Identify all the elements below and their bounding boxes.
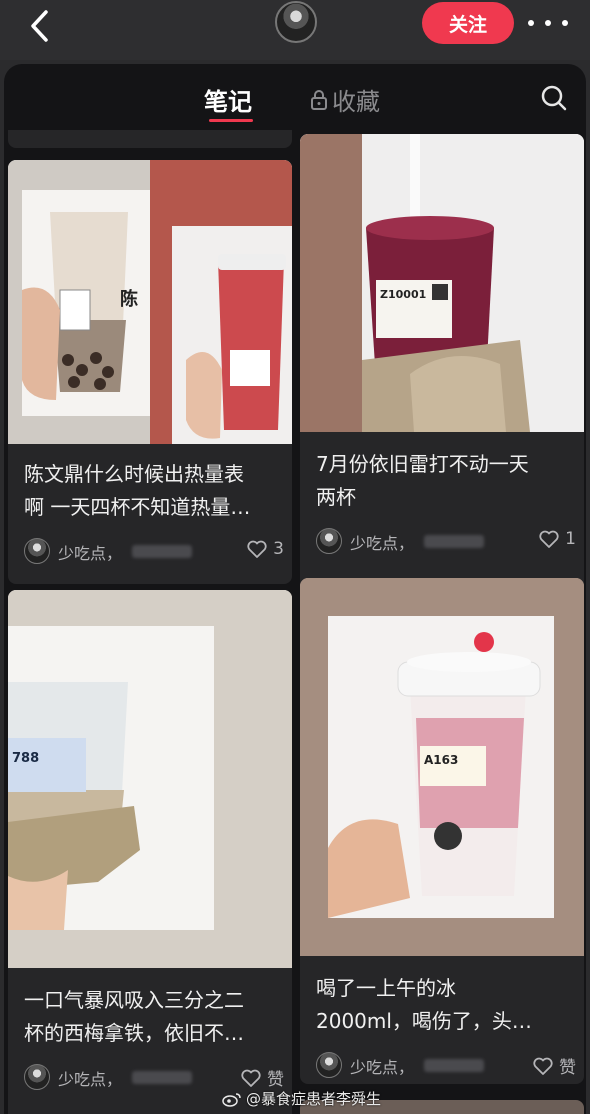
blurred-author-suffix — [424, 1059, 484, 1072]
watermark: @暴食症患者李舜生 — [222, 1088, 381, 1109]
dot-icon — [562, 20, 568, 26]
heart-icon — [241, 1069, 261, 1087]
dot-icon — [545, 20, 551, 26]
note-image: Z10001 — [300, 134, 584, 432]
like-count: 1 — [565, 529, 576, 549]
back-button[interactable] — [26, 8, 54, 44]
blurred-author-suffix — [132, 1071, 192, 1084]
tab-bar: 笔记 收藏 — [4, 64, 586, 130]
tab-favorites[interactable]: 收藏 — [310, 82, 380, 117]
heart-icon — [247, 540, 267, 558]
note-title-line: 一口气暴风吸入三分之二 — [24, 988, 244, 1012]
author-avatar[interactable] — [24, 1064, 50, 1090]
like-button[interactable]: 赞 — [241, 1065, 284, 1090]
top-bar: 关注 — [0, 0, 590, 60]
author-avatar[interactable] — [316, 528, 342, 554]
like-button[interactable]: 3 — [247, 539, 284, 559]
note-image: A163 — [300, 578, 584, 956]
note-title-line: 喝了一上午的冰 — [316, 976, 456, 1000]
svg-text:陈: 陈 — [120, 288, 138, 310]
author-avatar[interactable] — [24, 538, 50, 564]
follow-button[interactable]: 关注 — [422, 2, 514, 44]
note-title: 7月份依旧雷打不动一天 两杯 — [316, 448, 571, 514]
like-count: 赞 — [267, 1070, 284, 1090]
like-count: 3 — [273, 539, 284, 559]
previous-card-stub — [8, 130, 292, 148]
plum-drink-photo: Z10001 — [300, 134, 584, 432]
author-name[interactable]: 少吃点， — [58, 540, 122, 564]
note-title-line: 7月份依旧雷打不动一天 — [316, 452, 529, 476]
author-avatar[interactable] — [316, 1052, 342, 1078]
tab-notes[interactable]: 笔记 — [204, 82, 252, 117]
profile-avatar[interactable] — [275, 1, 317, 43]
heart-icon — [539, 530, 559, 548]
note-title: 一口气暴风吸入三分之二 杯的西梅拿铁，依旧不… — [24, 984, 279, 1050]
content-panel: 笔记 收藏 陈 陈文鼎什么时候出热量表 啊 一天四杯不知道热量… 少吃点， 3 … — [4, 64, 586, 1114]
note-card[interactable]: 陈 陈文鼎什么时候出热量表 啊 一天四杯不知道热量… 少吃点， 3 — [8, 160, 292, 584]
active-tab-indicator — [209, 119, 253, 122]
note-title-line: 两杯 — [316, 485, 356, 509]
note-image: 788 — [8, 590, 292, 968]
author-name[interactable]: 少吃点， — [350, 1054, 414, 1078]
blurred-author-suffix — [132, 545, 192, 558]
note-title-line: 啊 一天四杯不知道热量… — [24, 495, 251, 519]
cup-code-label: A163 — [424, 753, 458, 767]
note-title: 陈文鼎什么时候出热量表 啊 一天四杯不知道热量… — [24, 458, 279, 524]
note-title-line: 杯的西梅拿铁，依旧不… — [24, 1021, 244, 1045]
more-options-button[interactable] — [528, 8, 568, 38]
author-name[interactable]: 少吃点， — [350, 530, 414, 554]
note-title: 喝了一上午的冰 2000ml，喝伤了，头… — [316, 972, 571, 1038]
note-image: 陈 — [8, 160, 292, 444]
heart-icon — [533, 1057, 553, 1075]
back-arrow-icon — [31, 10, 48, 42]
dot-icon — [528, 20, 534, 26]
milk-tea-photo: 陈 — [8, 160, 292, 444]
like-button[interactable]: 赞 — [533, 1053, 576, 1078]
weibo-icon — [222, 1092, 241, 1107]
note-title-line: 陈文鼎什么时候出热量表 — [24, 462, 244, 486]
latte-photo: 788 — [8, 590, 292, 968]
note-card[interactable]: A163 喝了一上午的冰 2000ml，喝伤了，头… 少吃点， 赞 — [300, 578, 584, 1084]
lock-icon — [311, 89, 327, 110]
watermark-text: @暴食症患者李舜生 — [246, 1090, 382, 1108]
tab-favorites-label: 收藏 — [332, 88, 380, 116]
blurred-author-suffix — [424, 535, 484, 548]
like-count: 赞 — [559, 1058, 576, 1078]
note-meta: 少吃点， 3 — [24, 536, 284, 566]
note-meta: 少吃点， 1 — [316, 526, 576, 556]
cup-code-label: 788 — [12, 751, 39, 766]
cup-code-label: Z10001 — [380, 288, 426, 301]
like-button[interactable]: 1 — [539, 529, 576, 549]
note-title-line: 2000ml，喝伤了，头… — [316, 1009, 532, 1033]
author-name[interactable]: 少吃点， — [58, 1066, 122, 1090]
coffee-cup-photo: A163 — [300, 578, 584, 956]
search-icon[interactable] — [540, 84, 568, 112]
note-meta: 少吃点， 赞 — [316, 1050, 576, 1080]
note-card[interactable]: Z10001 7月份依旧雷打不动一天 两杯 少吃点， 1 — [300, 134, 584, 630]
note-card[interactable]: 788 一口气暴风吸入三分之二 杯的西梅拿铁，依旧不… 少吃点， 赞 — [8, 590, 292, 1114]
